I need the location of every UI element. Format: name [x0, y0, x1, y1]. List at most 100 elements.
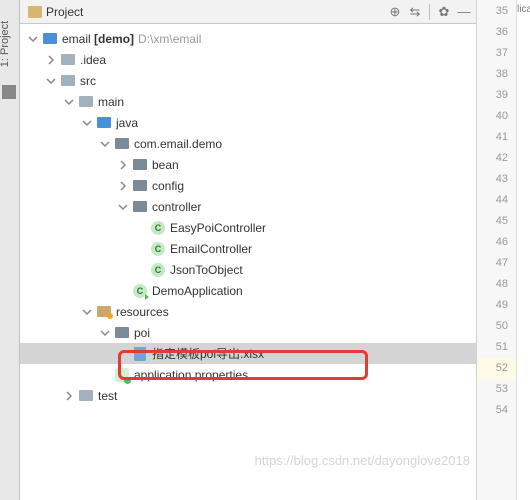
tree-node-test[interactable]: test	[20, 385, 476, 406]
node-label: controller	[152, 200, 201, 214]
line-number: 50	[477, 316, 516, 337]
line-number: 35	[477, 1, 516, 22]
divider	[429, 4, 430, 20]
package-icon	[133, 201, 147, 212]
tree-node-class[interactable]: C JsonToObject	[20, 259, 476, 280]
line-number: 42	[477, 148, 516, 169]
chevron-right-icon[interactable]	[62, 389, 76, 403]
node-label: poi	[134, 326, 150, 340]
tree-node-root[interactable]: email [demo]D:\xm\email	[20, 28, 476, 49]
folder-icon	[61, 54, 75, 65]
line-number: 47	[477, 253, 516, 274]
file-icon	[134, 347, 146, 361]
line-number: 39	[477, 85, 516, 106]
properties-icon	[115, 368, 129, 382]
node-label: bean	[152, 158, 179, 172]
chevron-down-icon[interactable]	[98, 326, 112, 340]
resources-folder-icon	[97, 306, 111, 317]
line-number: 37	[477, 43, 516, 64]
line-number: 52	[477, 358, 516, 379]
chevron-down-icon[interactable]	[80, 305, 94, 319]
tree-node-src[interactable]: src	[20, 70, 476, 91]
structure-icon	[2, 85, 16, 99]
line-number: 36	[477, 22, 516, 43]
node-label: resources	[116, 305, 169, 319]
node-label: main	[98, 95, 124, 109]
folder-icon	[79, 96, 93, 107]
chevron-down-icon[interactable]	[44, 74, 58, 88]
module-icon	[43, 33, 57, 44]
project-icon	[28, 6, 42, 18]
line-number: 44	[477, 190, 516, 211]
class-icon: C	[151, 263, 165, 277]
tree-node-main[interactable]: main	[20, 91, 476, 112]
hide-icon[interactable]: —	[456, 4, 472, 20]
chevron-right-icon[interactable]	[44, 53, 58, 67]
chevron-down-icon[interactable]	[26, 32, 40, 46]
line-number: 45	[477, 211, 516, 232]
node-label: JsonToObject	[170, 263, 243, 277]
tree-node-bean[interactable]: bean	[20, 154, 476, 175]
line-number: 46	[477, 232, 516, 253]
folder-icon	[79, 390, 93, 401]
class-icon: C	[151, 221, 165, 235]
node-label: java	[116, 116, 138, 130]
project-panel: Project ⊕ ⇆ ✿ — email [demo]D:\xm\email …	[20, 0, 476, 500]
line-number: 48	[477, 274, 516, 295]
node-label: application.properties	[134, 368, 248, 382]
package-icon	[115, 138, 129, 149]
chevron-down-icon[interactable]	[62, 95, 76, 109]
node-label: DemoApplication	[152, 284, 243, 298]
package-icon	[133, 159, 147, 170]
chevron-down-icon[interactable]	[116, 200, 130, 214]
folder-icon	[61, 75, 75, 86]
chevron-down-icon[interactable]	[80, 116, 94, 130]
node-label: test	[98, 389, 117, 403]
line-number: 54	[477, 400, 516, 421]
node-label: 指定模板poi导出.xlsx	[152, 345, 264, 362]
tree-node-controller[interactable]: controller	[20, 196, 476, 217]
project-tree[interactable]: email [demo]D:\xm\email .idea src main j…	[20, 24, 476, 500]
panel-header: Project ⊕ ⇆ ✿ —	[20, 0, 476, 24]
line-number: 38	[477, 64, 516, 85]
chevron-down-icon[interactable]	[98, 137, 112, 151]
package-icon	[133, 180, 147, 191]
right-cut-text: lication	[516, 0, 530, 500]
line-number: 51	[477, 337, 516, 358]
tree-node-idea[interactable]: .idea	[20, 49, 476, 70]
line-number: 53	[477, 379, 516, 400]
panel-title: Project	[46, 5, 387, 19]
tree-node-package[interactable]: com.email.demo	[20, 133, 476, 154]
chevron-right-icon[interactable]	[116, 179, 130, 193]
source-folder-icon	[97, 117, 111, 128]
main-class-icon: C	[133, 284, 147, 298]
tree-node-xlsx[interactable]: 指定模板poi导出.xlsx	[20, 343, 476, 364]
node-label: com.email.demo	[134, 137, 222, 151]
line-number: 41	[477, 127, 516, 148]
node-label: email [demo]D:\xm\email	[62, 32, 201, 46]
line-number: 40	[477, 106, 516, 127]
class-icon: C	[151, 242, 165, 256]
folder-icon	[115, 327, 129, 338]
tree-node-poi[interactable]: poi	[20, 322, 476, 343]
node-label: EasyPoiController	[170, 221, 266, 235]
node-label: .idea	[80, 53, 106, 67]
tool-window-label: 1: Project	[0, 21, 11, 67]
gear-icon[interactable]: ✿	[436, 4, 452, 20]
collapse-icon[interactable]: ⇆	[407, 4, 423, 20]
node-label: config	[152, 179, 184, 193]
line-number: 49	[477, 295, 516, 316]
tree-node-class[interactable]: C EmailController	[20, 238, 476, 259]
tree-node-resources[interactable]: resources	[20, 301, 476, 322]
node-label: src	[80, 74, 96, 88]
tree-node-java[interactable]: java	[20, 112, 476, 133]
chevron-right-icon[interactable]	[116, 158, 130, 172]
tree-node-properties[interactable]: application.properties	[20, 364, 476, 385]
editor-gutter: 3536373839404142434445464748495051525354	[476, 0, 516, 500]
tree-node-class[interactable]: C EasyPoiController	[20, 217, 476, 238]
locate-icon[interactable]: ⊕	[387, 4, 403, 20]
node-label: EmailController	[170, 242, 252, 256]
tree-node-config[interactable]: config	[20, 175, 476, 196]
tree-node-class[interactable]: C DemoApplication	[20, 280, 476, 301]
tool-window-tab[interactable]: 1: Project	[0, 0, 20, 500]
